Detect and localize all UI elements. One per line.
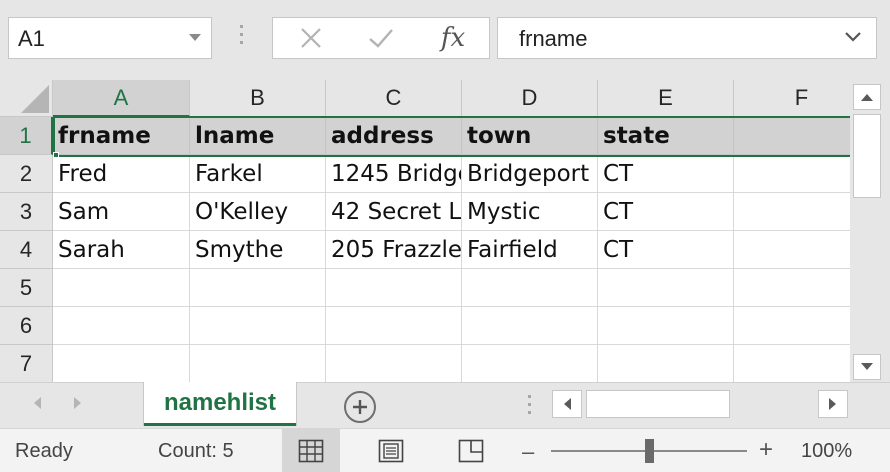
- cell-b3[interactable]: O'Kelley: [190, 193, 326, 231]
- column-header-f[interactable]: F: [734, 80, 850, 117]
- cell-c2[interactable]: 1245 Bridgeport Ave: [326, 155, 462, 193]
- scroll-down-arrow-icon[interactable]: [853, 354, 881, 380]
- vertical-scrollbar[interactable]: [850, 80, 890, 382]
- vertical-scroll-thumb[interactable]: [853, 114, 881, 198]
- cell-a1[interactable]: frname: [53, 117, 190, 155]
- cell-f1[interactable]: [734, 117, 850, 155]
- zoom-in-icon[interactable]: +: [759, 436, 773, 464]
- status-count[interactable]: Count: 5: [158, 440, 234, 463]
- scroll-right-arrow-icon[interactable]: [818, 390, 848, 418]
- cell-a7[interactable]: [53, 345, 190, 382]
- cell-c6[interactable]: [326, 307, 462, 345]
- cell-e5[interactable]: [598, 269, 734, 307]
- sheet-tab-bar: namehlist: [0, 382, 890, 428]
- cell-d3[interactable]: Mystic: [462, 193, 598, 231]
- page-break-icon[interactable]: [442, 429, 500, 472]
- cell-f6[interactable]: [734, 307, 850, 345]
- cell-c7[interactable]: [326, 345, 462, 382]
- cell-b6[interactable]: [190, 307, 326, 345]
- formula-input[interactable]: frname: [497, 17, 877, 59]
- cell-a5[interactable]: [53, 269, 190, 307]
- column-header-d[interactable]: D: [462, 80, 598, 117]
- cell-f4[interactable]: [734, 231, 850, 269]
- cell-a2[interactable]: Fred: [53, 155, 190, 193]
- zoom-level[interactable]: 100%: [801, 440, 852, 463]
- name-box-chevron-down-icon[interactable]: [189, 34, 201, 41]
- scroll-left-arrow-icon[interactable]: [552, 390, 582, 418]
- selection-top-border: [53, 116, 850, 118]
- cell-d5[interactable]: [462, 269, 598, 307]
- column-header-a[interactable]: A: [53, 80, 190, 117]
- normal-view-icon[interactable]: [282, 429, 340, 472]
- cell-c3[interactable]: 42 Secret Lane: [326, 193, 462, 231]
- select-all-icon[interactable]: [21, 85, 49, 113]
- cell-e6[interactable]: [598, 307, 734, 345]
- cell-d6[interactable]: [462, 307, 598, 345]
- row-header-7[interactable]: 7: [0, 345, 53, 382]
- cell-e2[interactable]: CT: [598, 155, 734, 193]
- status-bar: Ready Count: 5 – + 100%: [0, 428, 890, 472]
- formula-buttons: fx: [272, 17, 490, 59]
- row-header-3[interactable]: 3: [0, 193, 53, 231]
- fx-label[interactable]: fx: [441, 23, 465, 53]
- cell-b5[interactable]: [190, 269, 326, 307]
- cell-e7[interactable]: [598, 345, 734, 382]
- cell-e3[interactable]: CT: [598, 193, 734, 231]
- name-box-value[interactable]: A1: [18, 26, 45, 52]
- cell-f7[interactable]: [734, 345, 850, 382]
- scroll-up-arrow-icon[interactable]: [853, 84, 881, 110]
- next-sheet-icon[interactable]: [74, 397, 81, 409]
- column-header-e[interactable]: E: [598, 80, 734, 117]
- cell-e1[interactable]: state: [598, 117, 734, 155]
- enter-icon[interactable]: [351, 18, 411, 58]
- page-layout-icon[interactable]: [362, 429, 420, 472]
- cell-d4[interactable]: Fairfield: [462, 231, 598, 269]
- row-header-5[interactable]: 5: [0, 269, 53, 307]
- name-box[interactable]: A1: [8, 17, 212, 59]
- prev-sheet-icon[interactable]: [34, 397, 41, 409]
- zoom-out-icon[interactable]: –: [522, 439, 534, 465]
- worksheet-grid: A B C D E F 1 2 3 4 5 6 7 frname lname a…: [0, 80, 850, 382]
- fill-handle[interactable]: [53, 152, 59, 158]
- cell-c1[interactable]: address: [326, 117, 462, 155]
- cell-b1[interactable]: lname: [190, 117, 326, 155]
- cell-e4[interactable]: CT: [598, 231, 734, 269]
- sheet-tab-active[interactable]: namehlist: [144, 382, 296, 426]
- row-header-6[interactable]: 6: [0, 307, 53, 345]
- active-cell-left-border: [53, 116, 55, 157]
- formula-value[interactable]: frname: [519, 26, 587, 52]
- tab-splitter-grip-icon[interactable]: [528, 395, 532, 419]
- selection-bottom-border: [53, 155, 850, 157]
- cell-c5[interactable]: [326, 269, 462, 307]
- cell-c4[interactable]: 205 Frazzle St: [326, 231, 462, 269]
- cell-b4[interactable]: Smythe: [190, 231, 326, 269]
- cell-b2[interactable]: Farkel: [190, 155, 326, 193]
- row-header-2[interactable]: 2: [0, 155, 53, 193]
- column-header-b[interactable]: B: [190, 80, 326, 117]
- column-header-c[interactable]: C: [326, 80, 462, 117]
- select-all-corner[interactable]: [0, 80, 53, 117]
- cell-d2[interactable]: Bridgeport: [462, 155, 598, 193]
- cell-a6[interactable]: [53, 307, 190, 345]
- row-header-4[interactable]: 4: [0, 231, 53, 269]
- cancel-icon[interactable]: [281, 18, 341, 58]
- cell-a4[interactable]: Sarah: [53, 231, 190, 269]
- row-header-1[interactable]: 1: [0, 117, 53, 155]
- add-sheet-icon[interactable]: [344, 391, 376, 423]
- cell-d1[interactable]: town: [462, 117, 598, 155]
- formula-bar: A1 fx frname: [0, 0, 890, 80]
- horizontal-scroll-thumb[interactable]: [586, 390, 730, 418]
- cell-d7[interactable]: [462, 345, 598, 382]
- formula-bar-grip-icon[interactable]: [240, 25, 244, 53]
- expand-formula-chevron-down-icon[interactable]: [844, 30, 862, 49]
- insert-function-icon[interactable]: fx: [423, 18, 483, 58]
- cell-b7[interactable]: [190, 345, 326, 382]
- cell-f3[interactable]: [734, 193, 850, 231]
- zoom-slider-thumb[interactable]: [645, 439, 654, 463]
- cell-f5[interactable]: [734, 269, 850, 307]
- cell-f2[interactable]: [734, 155, 850, 193]
- horizontal-scrollbar[interactable]: [552, 387, 850, 421]
- status-mode: Ready: [15, 440, 73, 462]
- cell-a3[interactable]: Sam: [53, 193, 190, 231]
